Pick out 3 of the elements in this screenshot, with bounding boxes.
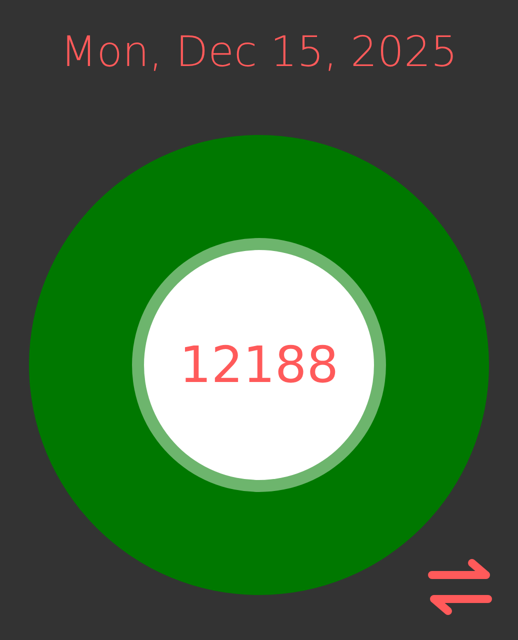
step-count: 12188	[179, 336, 339, 394]
swap-arrows-icon[interactable]	[426, 559, 494, 615]
date-label: Mon, Dec 15, 2025	[60, 26, 458, 78]
